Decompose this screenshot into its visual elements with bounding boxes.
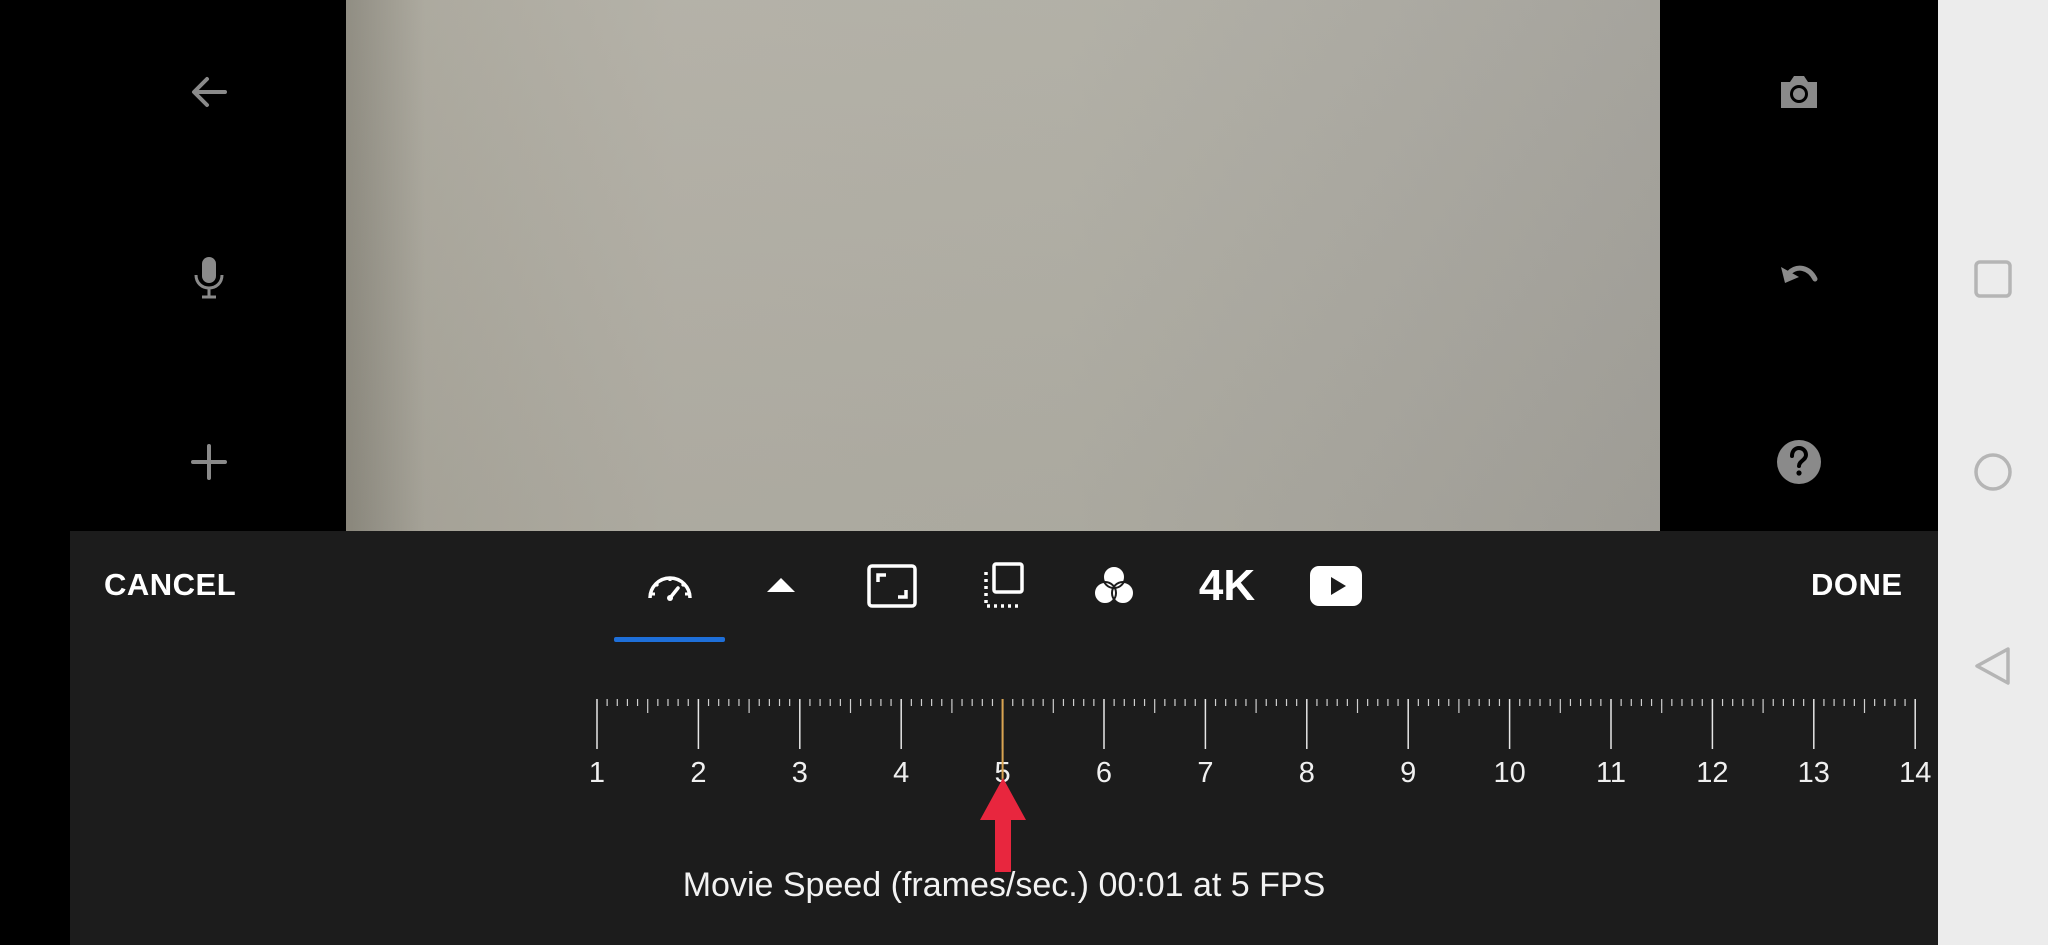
ruler-tick-label: 10 (1493, 757, 1525, 789)
resolution-tab[interactable]: 4K (1195, 559, 1259, 613)
color-filter-icon (1093, 565, 1135, 605)
ruler-tick-label: 12 (1696, 757, 1728, 789)
undo-icon[interactable] (1771, 249, 1827, 305)
speedometer-icon (648, 576, 692, 601)
plus-icon[interactable] (181, 434, 237, 490)
triangle-up-icon (767, 578, 795, 592)
ruler-tick-label: 14 (1899, 757, 1931, 789)
recents-button[interactable] (1958, 244, 2028, 314)
left-rail (0, 0, 346, 531)
cancel-button[interactable]: CANCEL (104, 567, 236, 603)
ruler-tick-label: 7 (1197, 757, 1213, 789)
speed-ruler[interactable]: 1 2 3 4 5 6 7 8 9 10 11 12 13 14 (70, 671, 1938, 791)
back-arrow-icon[interactable] (181, 64, 237, 120)
ruler-tick-label: 9 (1400, 757, 1416, 789)
ruler-tick-label: 3 (792, 757, 808, 789)
active-tab-indicator (614, 637, 725, 642)
color-filter-tab[interactable] (1084, 559, 1144, 613)
ruler-tick-label: 1 (589, 757, 605, 789)
camera-preview (346, 0, 1660, 531)
aspect-ratio-tab[interactable] (862, 559, 922, 613)
ruler-tick-label: 13 (1798, 757, 1830, 789)
frames-tab[interactable] (973, 559, 1033, 613)
ruler-tick-label: 2 (690, 757, 706, 789)
speed-tab[interactable] (640, 559, 700, 613)
microphone-icon[interactable] (181, 249, 237, 305)
ruler-tick-label: 8 (1299, 757, 1315, 789)
aspect-ratio-icon (867, 564, 917, 608)
home-button[interactable] (1958, 437, 2028, 507)
help-icon[interactable] (1771, 434, 1827, 490)
system-navigation-bar (1938, 0, 2048, 945)
youtube-tab[interactable] (1306, 559, 1366, 613)
ruler-tick-label: 11 (1596, 757, 1626, 789)
right-rail (1660, 0, 1938, 531)
red-arrow-annotation (979, 778, 1026, 872)
ruler-tick-label: 4 (893, 757, 909, 789)
movie-editor-panel: CANCEL DONE 4K 1 2 3 4 5 6 7 8 9 10 11 1… (70, 531, 1938, 945)
ruler-tick-label: 6 (1096, 757, 1112, 789)
back-button[interactable] (1958, 631, 2028, 701)
frames-icon (984, 562, 1024, 608)
expand-tab[interactable] (751, 559, 811, 613)
camera-icon[interactable] (1771, 64, 1827, 120)
done-button[interactable]: DONE (1811, 567, 1903, 603)
youtube-play-icon (1310, 566, 1362, 606)
